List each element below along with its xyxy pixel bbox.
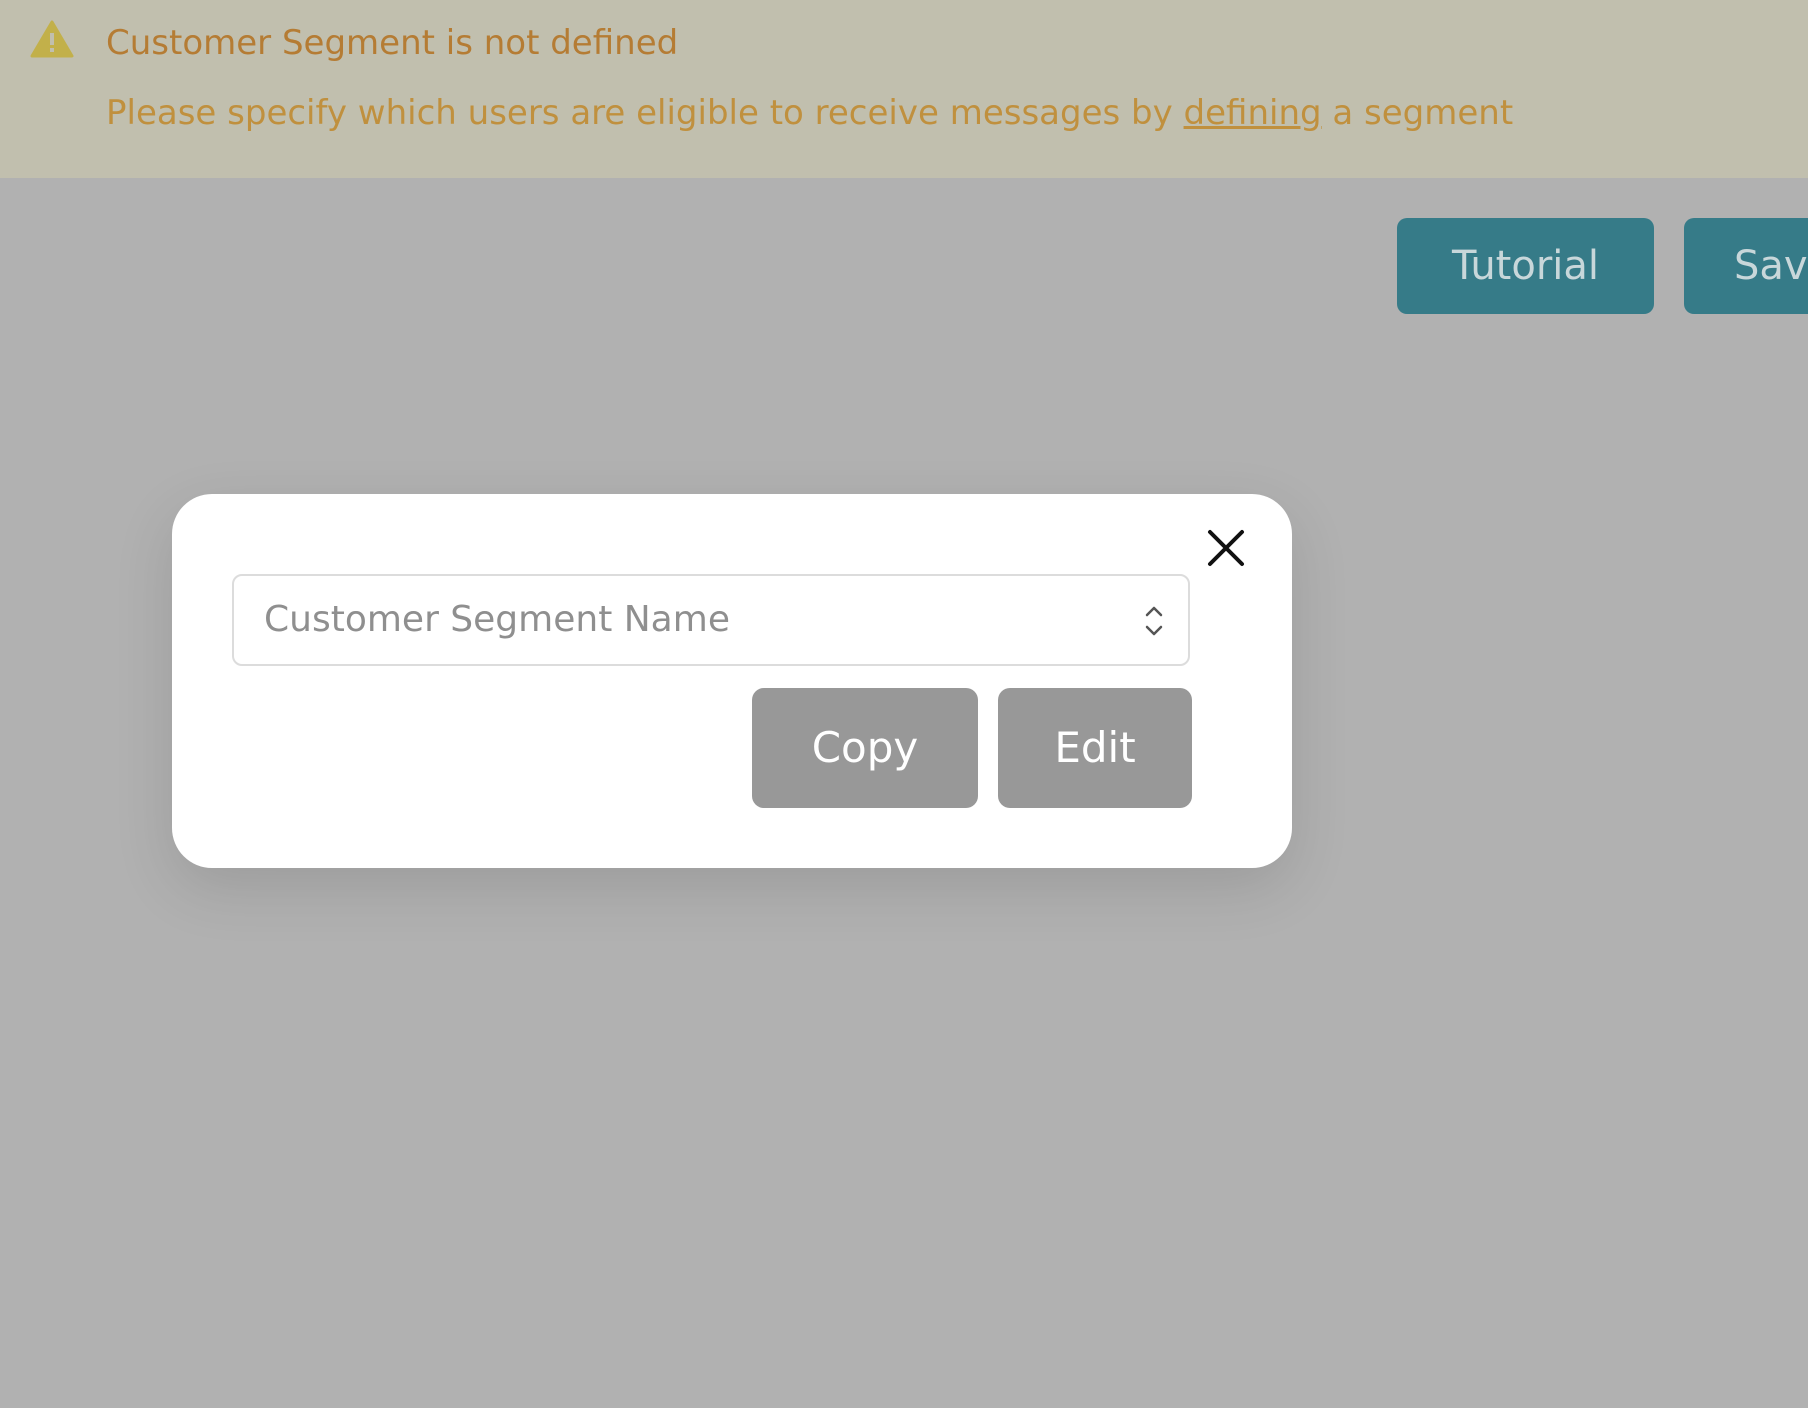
warning-banner: Customer Segment is not defined Please s… bbox=[0, 0, 1808, 178]
save-button[interactable]: Save bbox=[1684, 218, 1808, 314]
edit-button[interactable]: Edit bbox=[998, 688, 1192, 808]
select-placeholder: Customer Segment Name bbox=[264, 599, 730, 640]
banner-message: Please specify which users are eligible … bbox=[106, 90, 1513, 136]
banner-message-text: Please specify which users are eligible … bbox=[106, 93, 1184, 133]
segment-modal: Customer Segment Name Copy Edit bbox=[172, 494, 1292, 868]
defining-link[interactable]: defining bbox=[1184, 93, 1322, 133]
close-button[interactable] bbox=[1204, 524, 1248, 572]
banner-message-tail: a segment bbox=[1321, 93, 1514, 133]
warning-triangle-icon bbox=[30, 20, 74, 58]
tutorial-button[interactable]: Tutorial bbox=[1397, 218, 1654, 314]
chevron-up-down-icon bbox=[1145, 606, 1163, 636]
close-icon bbox=[1208, 530, 1244, 566]
customer-segment-select[interactable]: Customer Segment Name bbox=[232, 574, 1190, 666]
copy-button[interactable]: Copy bbox=[752, 688, 978, 808]
banner-title: Customer Segment is not defined bbox=[106, 23, 679, 63]
